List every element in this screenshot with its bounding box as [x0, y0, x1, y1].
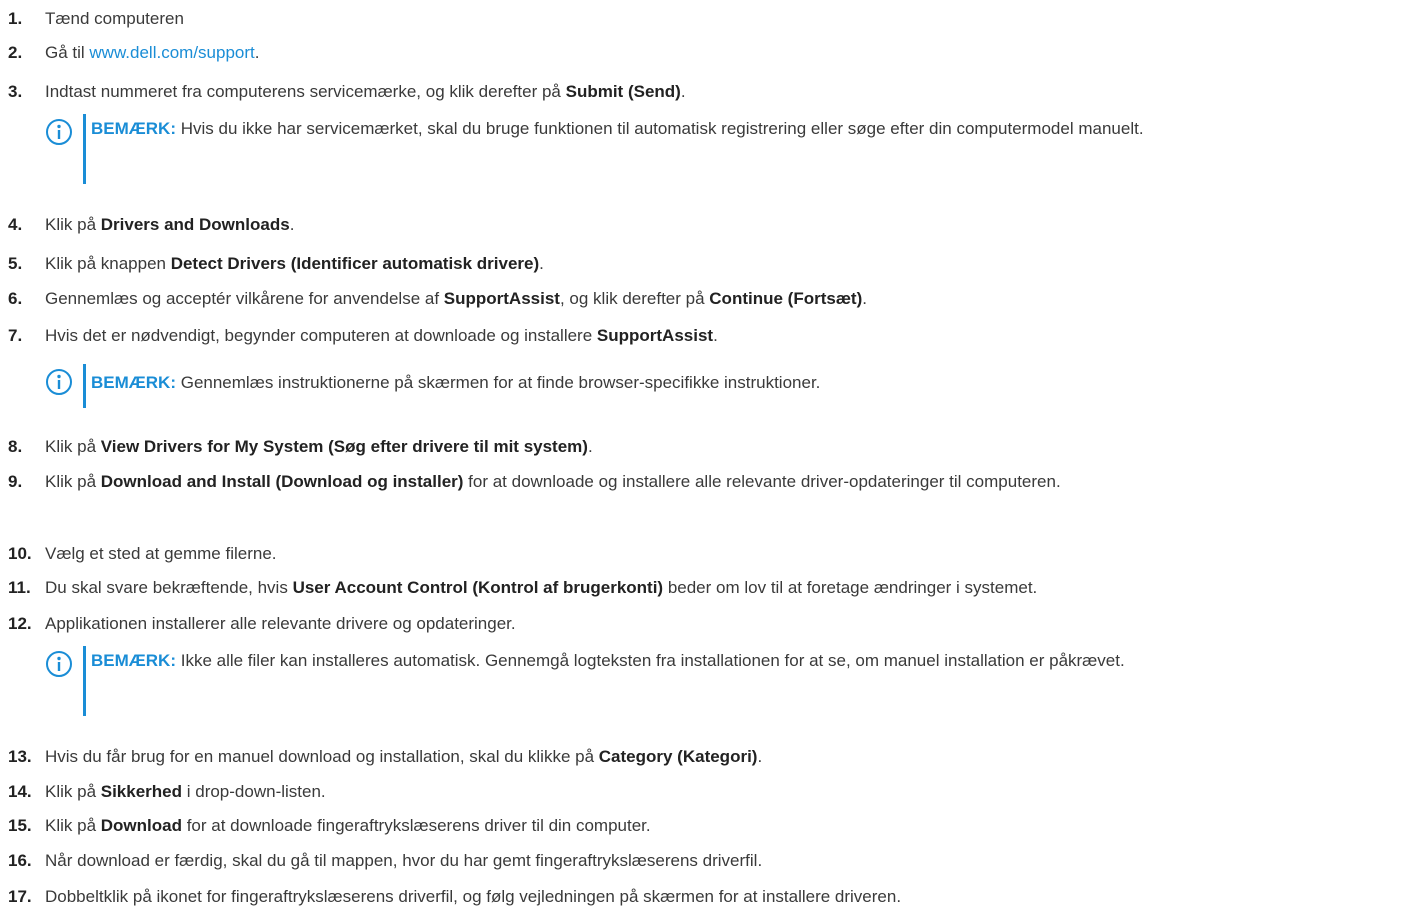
step-text: Gennemlæs og acceptér vilkårene for anve… — [45, 289, 867, 308]
step-text: Klik på Download for at downloade finger… — [45, 816, 651, 835]
step-number: 2. — [8, 43, 23, 62]
step-number: 5. — [8, 254, 23, 273]
step-text: Når download er færdig, skal du gå til m… — [45, 851, 763, 870]
step-text: Klik på knappen Detect Drivers (Identifi… — [45, 254, 544, 273]
step-number: 4. — [8, 215, 23, 234]
info-icon — [46, 369, 72, 395]
step-text: Hvis det er nødvendigt, begynder compute… — [45, 326, 718, 345]
step-number: 10. — [8, 544, 32, 563]
step-number: 15. — [8, 816, 32, 835]
dell-support-link[interactable]: www.dell.com/support — [89, 43, 254, 62]
step-text: Hvis du får brug for en manuel download … — [45, 747, 763, 766]
step-text: Applikationen installerer alle relevante… — [45, 614, 516, 633]
step-number: 14. — [8, 782, 32, 801]
step-text: Klik på Download and Install (Download o… — [45, 472, 1061, 491]
step-text: Klik på Sikkerhed i drop-down-listen. — [45, 782, 326, 801]
note-text: BEMÆRK: Hvis du ikke har servicemærket, … — [91, 119, 1144, 138]
note-divider — [83, 114, 86, 184]
step-number: 8. — [8, 437, 23, 456]
step-text: Klik på View Drivers for My System (Søg … — [45, 437, 593, 456]
step-number: 13. — [8, 747, 32, 766]
info-icon — [46, 119, 72, 145]
step-number: 11. — [8, 578, 31, 597]
step-text: Tænd computeren — [45, 9, 184, 28]
step-text: Indtast nummeret fra computerens service… — [45, 82, 686, 101]
note-divider — [83, 364, 86, 408]
step-text: Dobbeltklik på ikonet for fingeraftryksl… — [45, 887, 902, 906]
note-text: BEMÆRK: Gennemlæs instruktionerne på skæ… — [91, 373, 821, 392]
step-number: 9. — [8, 472, 23, 491]
step-text: Gå til www.dell.com/support. — [45, 43, 260, 62]
step-number: 1. — [8, 9, 23, 28]
step-text: Vælg et sted at gemme filerne. — [45, 544, 277, 563]
step-number: 6. — [8, 289, 23, 308]
info-icon — [46, 651, 72, 677]
step-number: 3. — [8, 82, 23, 101]
step-number: 16. — [8, 851, 32, 870]
step-text: Du skal svare bekræftende, hvis User Acc… — [45, 578, 1038, 597]
step-text: Klik på Drivers and Downloads. — [45, 215, 295, 234]
note-text: BEMÆRK: Ikke alle filer kan installeres … — [91, 651, 1125, 670]
step-number: 12. — [8, 614, 32, 633]
step-number: 7. — [8, 326, 23, 345]
step-number: 17. — [8, 887, 32, 906]
note-divider — [83, 646, 86, 716]
